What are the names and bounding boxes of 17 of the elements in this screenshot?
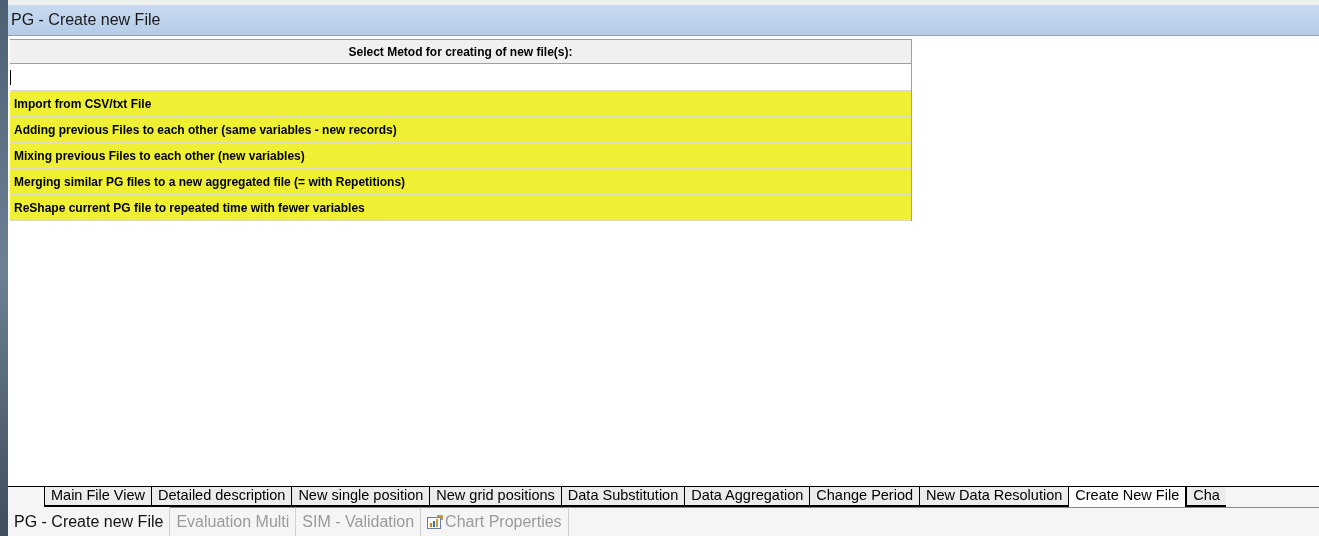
sheet-tab[interactable]: Main File View bbox=[44, 487, 152, 507]
sheet-tab[interactable]: Cha bbox=[1186, 487, 1226, 507]
method-row[interactable]: Merging similar PG files to a new aggregated file (= with Repetitions) bbox=[10, 169, 911, 195]
sheet-tab[interactable]: New single position bbox=[291, 487, 430, 507]
sheet-tab[interactable]: Detailed description bbox=[151, 487, 292, 507]
sheet-tab[interactable]: Create New File bbox=[1068, 487, 1187, 507]
grid-header: Select Metod for creating of new file(s): bbox=[10, 39, 911, 64]
sheet-tab[interactable]: New Data Resolution bbox=[919, 487, 1069, 507]
method-row[interactable]: Mixing previous Files to each other (new variables) bbox=[10, 143, 911, 169]
sheet-tab[interactable]: Data Aggregation bbox=[684, 487, 810, 507]
method-row[interactable]: ReShape current PG file to repeated time with fewer variables bbox=[10, 195, 911, 221]
sheet-tab[interactable]: New grid positions bbox=[429, 487, 561, 507]
window-title: PG - Create new File bbox=[11, 10, 161, 30]
method-row[interactable]: Adding previous Files to each other (same variables - new records) bbox=[10, 117, 911, 143]
sheet-tab[interactable]: Change Period bbox=[809, 487, 920, 507]
method-row[interactable]: Import from CSV/txt File bbox=[10, 91, 911, 117]
sheet-tab[interactable]: Data Substitution bbox=[560, 487, 685, 507]
